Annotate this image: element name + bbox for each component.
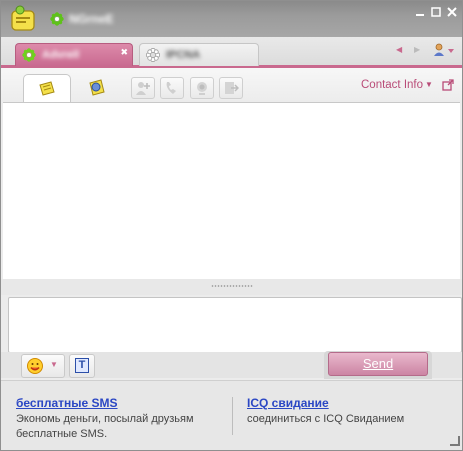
tab-scroll-right-icon[interactable]: ▶ — [414, 45, 420, 54]
text-format-icon: T — [75, 358, 89, 373]
splitter-grip[interactable] — [211, 285, 253, 287]
tab-other-contact[interactable]: IPCNA — [139, 43, 259, 66]
call-icon — [166, 82, 176, 94]
smiley-icon — [27, 358, 43, 374]
title-bar[interactable]: NGrneE — [1, 1, 462, 37]
sms-promo-link[interactable]: бесплатные SMS — [16, 396, 118, 410]
tab-close-icon[interactable]: ✖ — [120, 47, 128, 58]
send-label: Send — [362, 356, 394, 371]
tab-active-contact[interactable]: Advrell ✖ — [15, 43, 133, 66]
send-button[interactable]: Send — [328, 352, 428, 376]
text-format-button[interactable]: T — [69, 354, 95, 378]
add-user-button[interactable] — [131, 77, 155, 99]
webcam-icon — [197, 82, 207, 95]
chat-window: NGrneE Advrell ✖ IPCNA ◀ ▶ Contact Info … — [0, 0, 463, 451]
tab-label: Advrell — [42, 49, 80, 61]
tab-scroll-left-icon[interactable]: ◀ — [396, 45, 402, 54]
chat-icon — [39, 81, 55, 96]
message-input[interactable] — [8, 297, 462, 353]
webcam-button[interactable] — [190, 77, 214, 99]
sms-promo-text: Экономь деньги, посылай друзьям бесплатн… — [16, 413, 194, 440]
promo-divider — [232, 397, 233, 435]
tab-label: IPCNA — [166, 49, 201, 61]
chat-view-tab[interactable] — [23, 74, 71, 103]
minimize-icon[interactable] — [415, 7, 425, 17]
online-flower-icon — [22, 48, 36, 62]
maximize-icon[interactable] — [431, 7, 441, 17]
icq-contact-icon — [11, 5, 35, 31]
resize-grip-icon[interactable] — [448, 434, 460, 446]
icq-dating-text: соединиться с ICQ Свиданием — [247, 413, 405, 425]
chevron-down-icon[interactable]: ▼ — [425, 80, 433, 89]
chevron-down-icon: ▼ — [50, 360, 58, 369]
contact-info-link[interactable]: Contact Info — [361, 79, 423, 91]
chat-toolbar: Contact Info ▼ — [1, 68, 462, 103]
message-history[interactable] — [3, 102, 460, 279]
promo-panel: бесплатные SMS Экономь деньги, посылай д… — [1, 380, 462, 450]
close-icon[interactable] — [447, 7, 457, 17]
icq-dating-link[interactable]: ICQ свидание — [247, 396, 329, 410]
emoticon-button[interactable]: ▼ — [21, 354, 65, 378]
call-button[interactable] — [160, 77, 184, 99]
contact-card-icon[interactable] — [87, 78, 107, 98]
send-file-button[interactable] — [219, 77, 243, 99]
popout-icon[interactable] — [442, 79, 454, 91]
window-title: NGrneE — [69, 12, 114, 26]
send-file-icon — [225, 82, 239, 94]
online-status-icon — [50, 12, 64, 26]
user-menu-icon[interactable] — [433, 43, 455, 57]
conversation-tabs: Advrell ✖ IPCNA — [1, 37, 462, 68]
add-user-icon — [136, 82, 150, 95]
offline-flower-icon — [146, 48, 160, 62]
pane-splitter[interactable] — [1, 279, 462, 295]
